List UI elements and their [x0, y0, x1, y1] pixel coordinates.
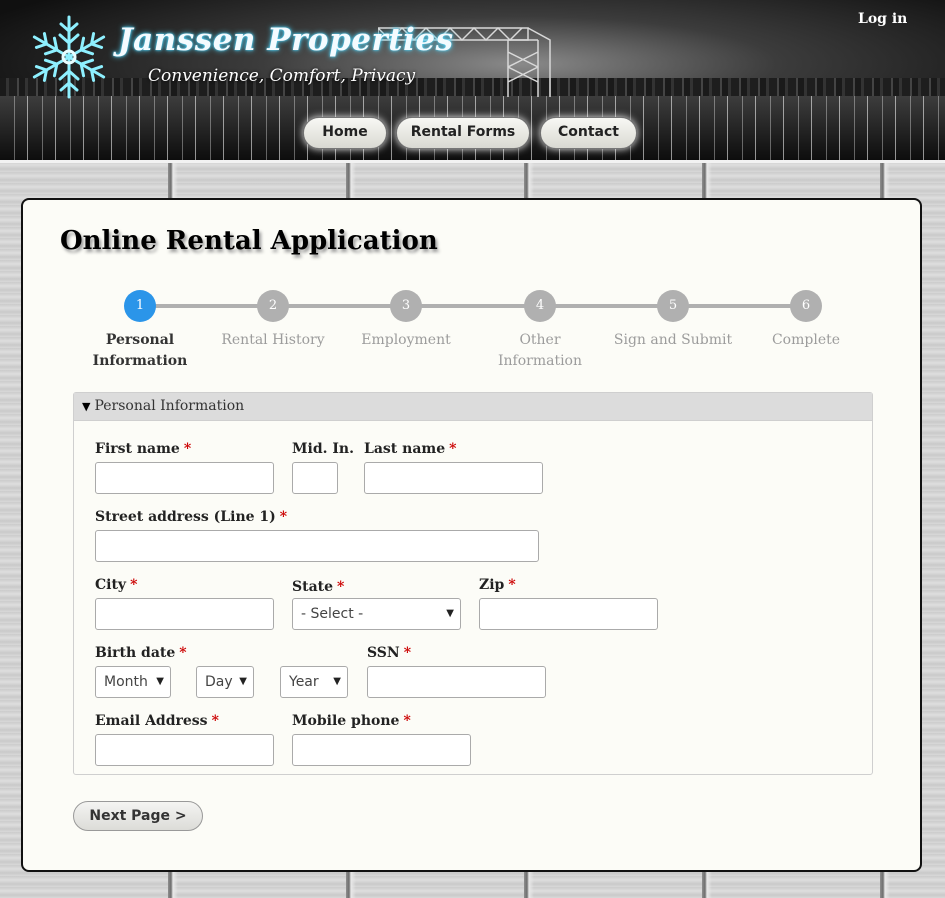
- step-6-dot: 6: [790, 290, 822, 322]
- street-address-input[interactable]: [95, 530, 539, 562]
- step-4-label: Other Information: [497, 332, 583, 369]
- zip-input[interactable]: [479, 598, 658, 630]
- next-page-button[interactable]: Next Page >: [73, 801, 203, 831]
- nav-rental-forms-button[interactable]: Rental Forms: [396, 117, 530, 149]
- application-card: Online Rental Application 1 2 3 4 5 6 Pe…: [21, 198, 922, 872]
- birth-month-value: Month: [104, 674, 148, 690]
- birth-month-select[interactable]: Month ▼: [95, 666, 171, 698]
- ssn-input[interactable]: [367, 666, 546, 698]
- fieldset-title: Personal Information: [94, 398, 245, 414]
- step-3-dot: 3: [390, 290, 422, 322]
- state-selected-value: - Select -: [301, 606, 364, 622]
- step-1-dot: 1: [124, 290, 156, 322]
- birth-day-value: Day: [205, 674, 233, 690]
- required-marker: *: [403, 645, 412, 661]
- page-title: Online Rental Application: [60, 226, 438, 256]
- email-label: Email Address *: [95, 713, 219, 729]
- collapse-triangle-icon[interactable]: ▼: [82, 400, 90, 413]
- snowflake-icon: [28, 15, 110, 99]
- first-name-input[interactable]: [95, 462, 274, 494]
- zip-label: Zip *: [479, 577, 516, 593]
- personal-information-fieldset: ▼ Personal Information First name * Mid. I…: [73, 392, 873, 775]
- birth-year-select[interactable]: Year ▼: [280, 666, 348, 698]
- required-marker: *: [403, 713, 411, 729]
- first-name-label: First name *: [95, 441, 192, 457]
- birth-year-value: Year: [289, 674, 319, 690]
- step-1-label-line1: Personal: [105, 332, 175, 348]
- nav-contact-button[interactable]: Contact: [540, 117, 637, 149]
- site-header: Janssen Properties Convenience, Comfort,…: [0, 0, 945, 163]
- state-select[interactable]: - Select - ▼: [292, 598, 461, 630]
- required-marker: *: [508, 577, 516, 593]
- city-label: City *: [95, 577, 138, 593]
- chevron-down-icon: ▼: [156, 676, 164, 687]
- step-6-label: Complete: [771, 332, 841, 348]
- step-2-dot: 2: [257, 290, 289, 322]
- required-marker: *: [179, 645, 187, 661]
- step-1-label-line2: Information: [92, 353, 188, 369]
- step-3-label: Employment: [361, 332, 451, 348]
- required-marker: *: [183, 441, 192, 457]
- nav-home-button[interactable]: Home: [303, 117, 387, 149]
- step-2-label: Rental History: [221, 332, 325, 348]
- brand-tagline: Convenience, Comfort, Privacy: [148, 66, 416, 86]
- ssn-label: SSN *: [367, 645, 412, 661]
- chevron-down-icon: ▼: [333, 676, 341, 687]
- mid-in-label: Mid. In.: [292, 441, 354, 457]
- required-marker: *: [211, 713, 219, 729]
- brand-name[interactable]: Janssen Properties: [118, 22, 454, 58]
- last-name-input[interactable]: [364, 462, 543, 494]
- birth-day-select[interactable]: Day ▼: [196, 666, 254, 698]
- required-marker: *: [279, 509, 288, 525]
- last-name-label: Last name *: [364, 441, 457, 457]
- required-marker: *: [449, 441, 457, 457]
- mid-in-input[interactable]: [292, 462, 338, 494]
- step-4-dot: 4: [524, 290, 556, 322]
- birth-date-label: Birth date *: [95, 645, 187, 661]
- required-marker: *: [337, 579, 345, 595]
- required-marker: *: [130, 577, 138, 593]
- login-link[interactable]: Log in: [858, 11, 907, 27]
- state-label: State *: [292, 579, 345, 595]
- step-5-dot: 5: [657, 290, 689, 322]
- step-5-label: Sign and Submit: [613, 332, 733, 348]
- step-1-label: Personal Information: [80, 330, 200, 372]
- chevron-down-icon: ▼: [239, 676, 247, 687]
- mobile-phone-label: Mobile phone *: [292, 713, 411, 729]
- street-address-label: Street address (Line 1) *: [95, 509, 288, 525]
- mobile-phone-input[interactable]: [292, 734, 471, 766]
- chevron-down-icon: ▼: [446, 608, 454, 619]
- fieldset-legend[interactable]: ▼ Personal Information: [74, 393, 872, 421]
- progress-track: [140, 304, 807, 308]
- city-input[interactable]: [95, 598, 274, 630]
- email-input[interactable]: [95, 734, 274, 766]
